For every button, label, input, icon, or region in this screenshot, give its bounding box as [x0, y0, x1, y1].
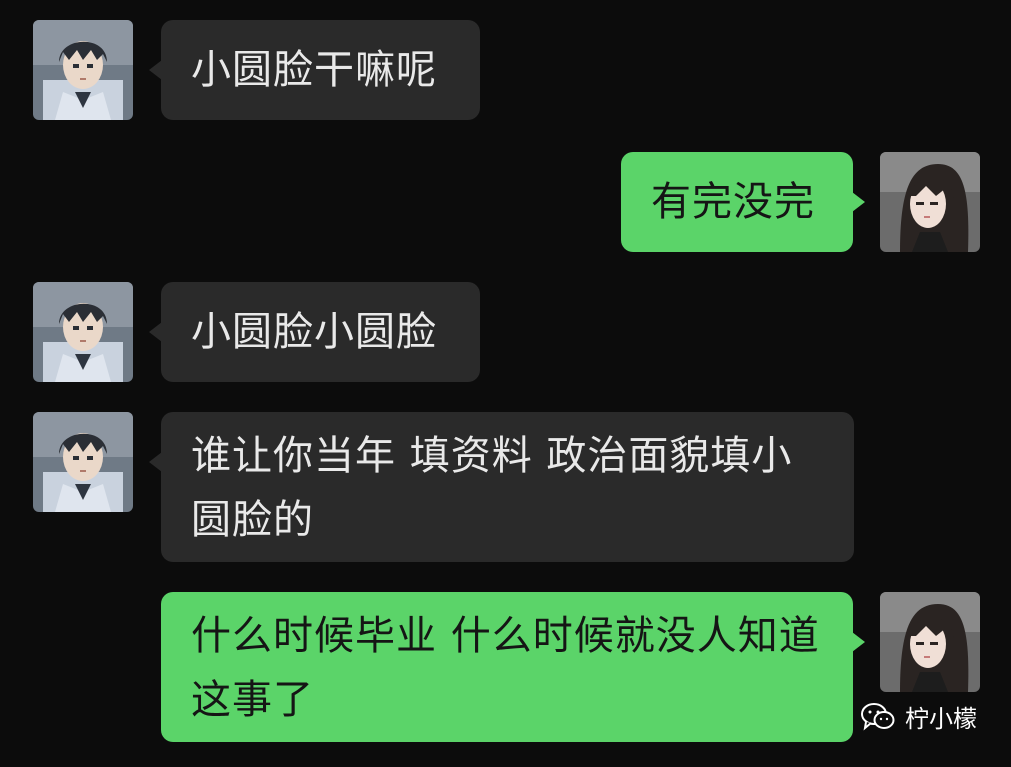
watermark-text: 柠小檬: [905, 705, 977, 733]
girl-avatar-icon: [880, 592, 980, 692]
chat-screen: 小圆脸干嘛呢 有完没完 小圆脸小圆脸 谁让你当年 填资料 政治面貌填小圆脸的 什…: [0, 0, 1011, 767]
message-bubble-incoming[interactable]: 谁让你当年 填资料 政治面貌填小圆脸的: [149, 412, 854, 562]
message-bubble-outgoing[interactable]: 什么时候毕业 什么时候就没人知道这事了: [161, 592, 865, 742]
message-text: 什么时候毕业 什么时候就没人知道这事了: [191, 613, 820, 723]
message-text: 小圆脸干嘛呢: [191, 47, 437, 93]
message-text: 谁让你当年 填资料 政治面貌填小圆脸的: [191, 433, 793, 543]
boy-avatar-icon: [33, 20, 133, 120]
boy-avatar-icon: [33, 412, 133, 512]
self-avatar[interactable]: [880, 592, 980, 692]
girl-avatar-icon: [880, 152, 980, 252]
wechat-icon: [861, 702, 895, 731]
bubble-tail: [149, 322, 162, 342]
self-avatar[interactable]: [880, 152, 980, 252]
bubble-tail: [149, 60, 162, 80]
contact-avatar[interactable]: [33, 282, 133, 382]
contact-avatar[interactable]: [33, 412, 133, 512]
bubble-tail: [852, 632, 865, 652]
watermark: 柠小檬: [861, 699, 977, 734]
message-bubble-outgoing[interactable]: 有完没完: [621, 152, 865, 252]
bubble-tail: [149, 452, 162, 472]
contact-avatar[interactable]: [33, 20, 133, 120]
message-bubble-incoming[interactable]: 小圆脸小圆脸: [149, 282, 480, 382]
bubble-tail: [852, 192, 865, 212]
message-text: 有完没完: [651, 179, 815, 225]
message-bubble-incoming[interactable]: 小圆脸干嘛呢: [149, 20, 480, 120]
boy-avatar-icon: [33, 282, 133, 382]
message-text: 小圆脸小圆脸: [191, 309, 437, 355]
